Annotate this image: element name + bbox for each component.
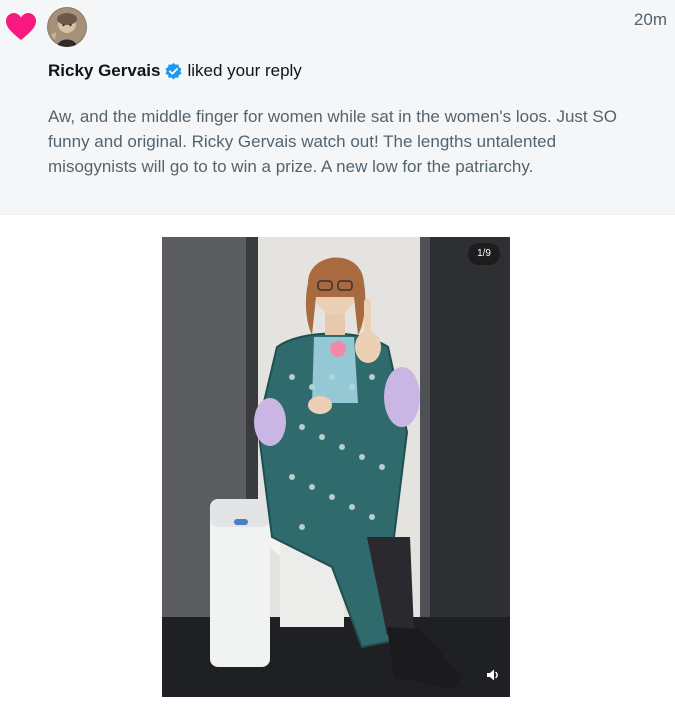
avatar[interactable] <box>47 7 87 47</box>
heart-icon <box>6 13 36 40</box>
notification-headline: Ricky Gervais liked your reply <box>48 61 302 81</box>
volume-icon[interactable] <box>485 667 501 683</box>
media-photo[interactable]: 1/9 <box>162 237 510 697</box>
verified-badge-icon <box>166 62 182 79</box>
photo-counter: 1/9 <box>468 243 500 265</box>
reply-text[interactable]: Aw, and the middle finger for women whil… <box>48 104 648 179</box>
notification-action-text: liked your reply <box>187 61 302 80</box>
like-notification[interactable]: 20m Ricky Gervais liked your reply Aw, a… <box>0 0 675 215</box>
user-name[interactable]: Ricky Gervais <box>48 61 160 81</box>
timestamp[interactable]: 20m <box>634 10 667 30</box>
photo-illustration <box>162 237 510 697</box>
